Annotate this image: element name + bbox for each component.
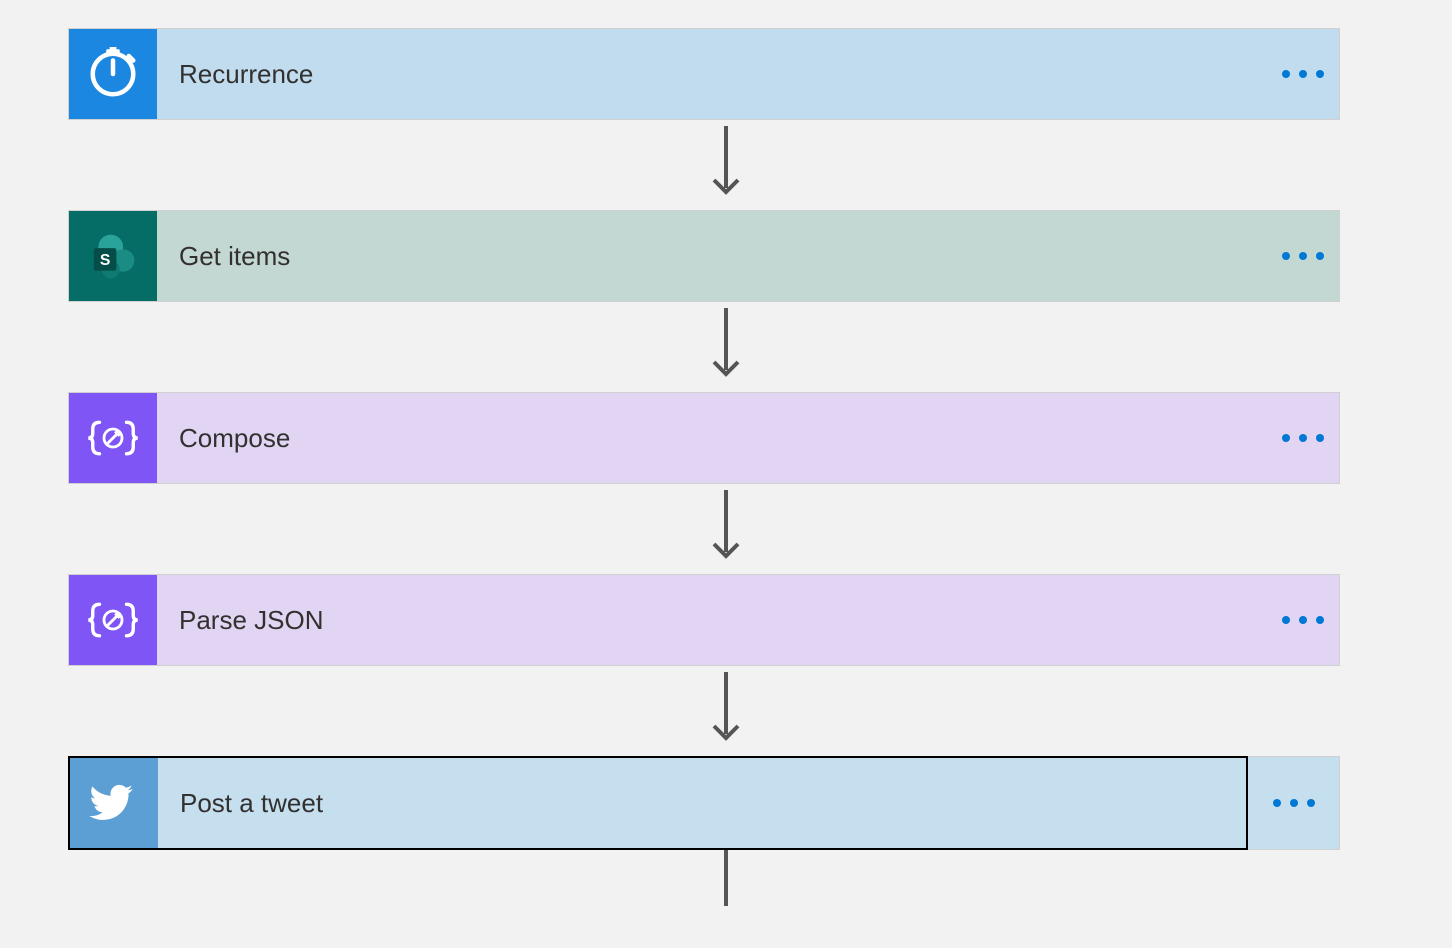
step-menu-button[interactable]	[1248, 756, 1340, 850]
step-menu-button[interactable]	[1267, 393, 1339, 483]
flow-arrow	[0, 850, 1452, 906]
sharepoint-icon: S	[69, 211, 157, 301]
ellipsis-icon	[1282, 252, 1324, 260]
data-operations-icon	[69, 575, 157, 665]
step-parse-json[interactable]: Parse JSON	[68, 574, 1340, 666]
flow-arrow	[0, 302, 1452, 392]
flow-arrow	[0, 484, 1452, 574]
clock-icon	[69, 29, 157, 119]
step-compose[interactable]: Compose	[68, 392, 1340, 484]
step-label: Recurrence	[157, 29, 1267, 119]
ellipsis-icon	[1273, 799, 1315, 807]
ellipsis-icon	[1282, 70, 1324, 78]
svg-text:S: S	[100, 252, 111, 269]
step-label: Post a tweet	[158, 758, 1246, 848]
step-menu-button[interactable]	[1267, 211, 1339, 301]
flow-arrow	[0, 120, 1452, 210]
step-label: Parse JSON	[157, 575, 1267, 665]
step-label: Compose	[157, 393, 1267, 483]
step-get-items[interactable]: S Get items	[68, 210, 1340, 302]
step-menu-button[interactable]	[1267, 29, 1339, 119]
flow-diagram: Recurrence S Get i	[0, 28, 1452, 906]
step-menu-button[interactable]	[1267, 575, 1339, 665]
step-label: Get items	[157, 211, 1267, 301]
ellipsis-icon	[1282, 434, 1324, 442]
step-recurrence[interactable]: Recurrence	[68, 28, 1340, 120]
step-post-tweet[interactable]: Post a tweet	[68, 756, 1248, 850]
flow-arrow	[0, 666, 1452, 756]
ellipsis-icon	[1282, 616, 1324, 624]
twitter-icon	[70, 758, 158, 848]
data-operations-icon	[69, 393, 157, 483]
